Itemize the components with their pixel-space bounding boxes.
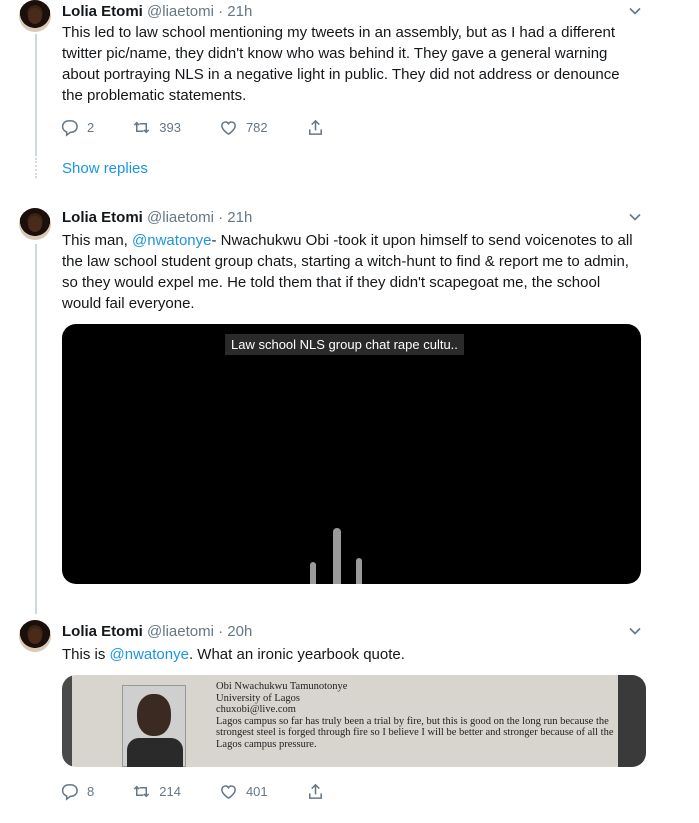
tweet-text: This man, @nwatonye- Nwachukwu Obi -took…: [62, 230, 642, 314]
portrait-image: [122, 685, 186, 767]
avatar[interactable]: [19, 0, 51, 32]
tweet-text: This led to law school mentioning my twe…: [62, 24, 620, 104]
tweet-text-start: This man,: [62, 232, 133, 249]
reply-icon: [61, 783, 78, 801]
retweet-button[interactable]: 393: [132, 118, 181, 137]
video-player[interactable]: Law school NLS group chat rape cultu..: [62, 324, 641, 584]
retweet-icon: [134, 785, 150, 797]
photo-edge: [618, 675, 646, 767]
yearbook-quote: Lagos campus so far has truly been a tri…: [216, 715, 614, 750]
like-icon: [221, 120, 236, 135]
retweet-count: 393: [159, 119, 181, 135]
avatar[interactable]: [19, 620, 51, 652]
timestamp[interactable]: 20h: [227, 623, 252, 640]
retweet-button[interactable]: 214: [132, 782, 181, 801]
share-button[interactable]: [306, 118, 333, 137]
mention-link[interactable]: @nwatonye: [132, 232, 211, 249]
tweet-actions: 2 393 782: [60, 117, 371, 137]
avatar[interactable]: [19, 208, 51, 240]
yearbook-school: University of Lagos: [216, 692, 300, 704]
like-button[interactable]: 401: [219, 782, 268, 801]
reply-icon: [61, 119, 78, 137]
timestamp[interactable]: 21h: [227, 209, 252, 226]
chevron-down-icon[interactable]: [629, 625, 641, 637]
show-replies-link[interactable]: Show replies: [62, 160, 148, 177]
separator-dot: ·: [218, 623, 224, 640]
thread-line: [35, 34, 37, 156]
chevron-down-icon[interactable]: [629, 5, 641, 17]
tweet-text: This is @nwatonye. What an ironic yearbo…: [62, 644, 642, 665]
mention-link[interactable]: @nwatonye: [110, 646, 189, 663]
yearbook-text: Obi Nwachukwu Tamunotonye University of …: [216, 681, 626, 750]
author-handle[interactable]: @liaetomi: [147, 3, 214, 20]
tweet-actions: 8 214 401: [60, 781, 371, 801]
author-handle[interactable]: @liaetomi: [147, 623, 214, 640]
retweet-count: 214: [159, 783, 181, 799]
tweet-header: Lolia Etomi @liaetomi · 21h: [62, 2, 252, 22]
share-icon: [308, 783, 322, 799]
reply-button[interactable]: 2: [60, 118, 94, 137]
like-button[interactable]: 782: [219, 118, 268, 137]
thread-dotted-line: [35, 158, 37, 178]
like-count: 401: [245, 783, 268, 799]
share-button[interactable]: [306, 782, 333, 801]
tweet-header: Lolia Etomi @liaetomi · 21h: [62, 208, 252, 228]
share-icon: [308, 119, 322, 135]
tweet-header: Lolia Etomi @liaetomi · 20h: [62, 622, 252, 642]
face: [137, 694, 171, 736]
author-name[interactable]: Lolia Etomi: [62, 209, 143, 226]
like-count: 782: [245, 119, 268, 135]
waveform-bar: [356, 558, 362, 584]
author-handle[interactable]: @liaetomi: [147, 209, 214, 226]
author-name[interactable]: Lolia Etomi: [62, 3, 143, 20]
waveform-bar: [310, 562, 316, 584]
like-icon: [221, 784, 236, 799]
timestamp[interactable]: 21h: [227, 3, 252, 20]
yearbook-email: chuxobi@live.com: [216, 704, 296, 715]
chevron-down-icon[interactable]: [629, 211, 641, 223]
separator-dot: ·: [218, 209, 224, 226]
reply-count: 8: [87, 783, 95, 799]
video-caption: Law school NLS group chat rape cultu..: [225, 334, 464, 355]
yearbook-photo[interactable]: Obi Nwachukwu Tamunotonye University of …: [62, 675, 646, 767]
reply-button[interactable]: 8: [60, 782, 94, 801]
reply-count: 2: [87, 119, 95, 135]
suit: [127, 738, 183, 767]
tweet-text-rest: . What an ironic yearbook quote.: [188, 646, 405, 663]
author-name[interactable]: Lolia Etomi: [62, 623, 143, 640]
separator-dot: ·: [218, 3, 224, 20]
tweet-text-start: This is: [62, 646, 110, 663]
waveform-bar: [333, 528, 341, 584]
thread-line: [35, 244, 37, 614]
yearbook-name: Obi Nwachukwu Tamunotonye: [216, 681, 348, 692]
retweet-icon: [134, 121, 150, 133]
